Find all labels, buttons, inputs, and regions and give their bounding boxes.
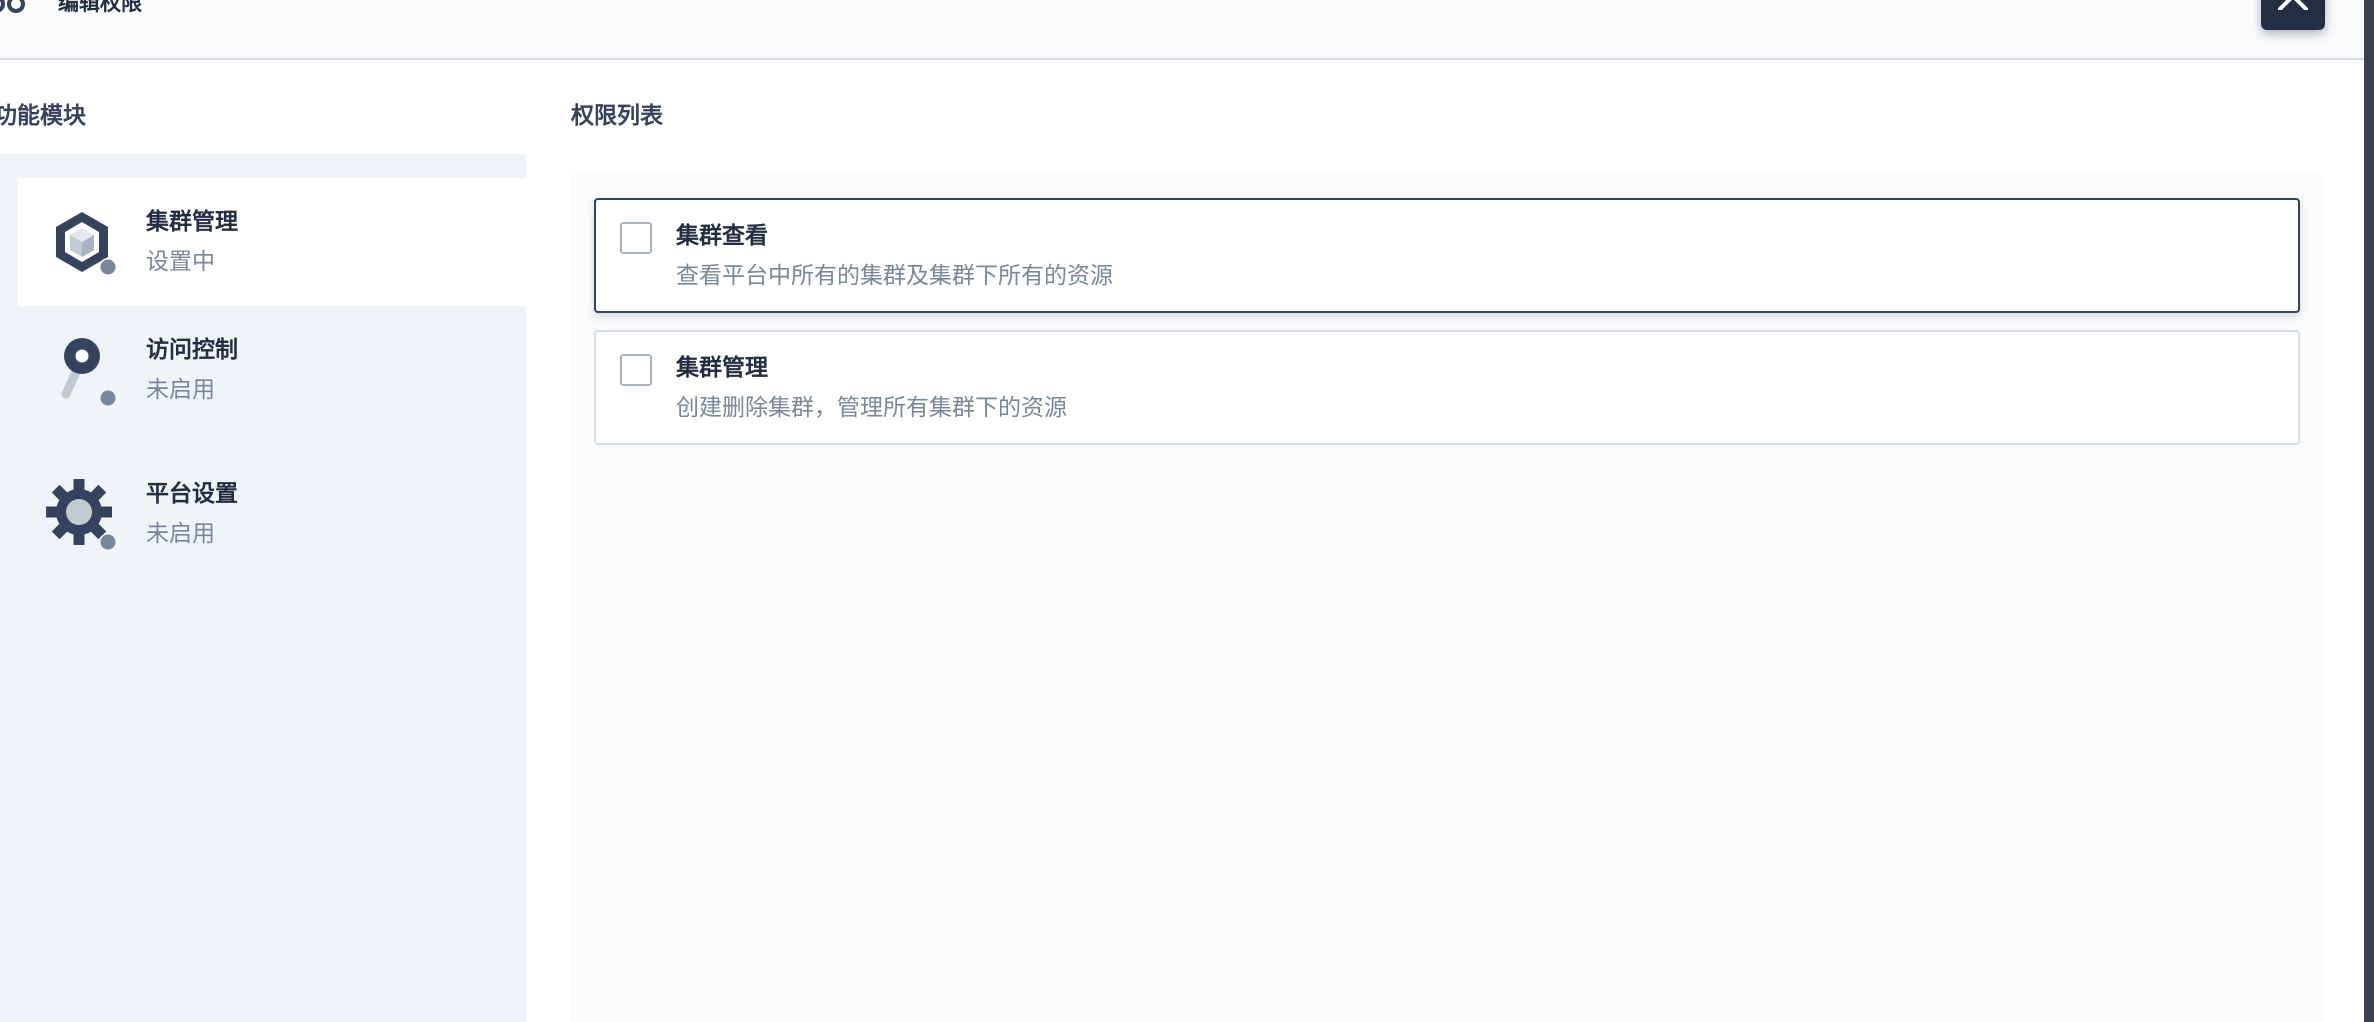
close-icon <box>2278 0 2308 10</box>
modal-header: 编辑权限 <box>0 0 2364 60</box>
permission-checkbox[interactable] <box>620 354 652 386</box>
module-name: 访问控制 <box>146 337 238 363</box>
roles-icon <box>0 0 25 13</box>
scrollbar[interactable] <box>2364 0 2374 1022</box>
permissions-section-title: 权限列表 <box>571 103 663 129</box>
permissions-panel: 集群查看 查看平台中所有的集群及集群下所有的资源 集群管理 创建删除集群，管理所… <box>570 174 2324 1022</box>
permission-name: 集群查看 <box>676 223 768 249</box>
module-status: 设置中 <box>146 249 215 275</box>
modules-panel: 集群管理 设置中 访问控制 未启用 平台设置 未启用 <box>0 154 526 1022</box>
gear-icon <box>46 479 117 550</box>
key-icon <box>61 338 117 406</box>
module-item-access-control[interactable]: 访问控制 未启用 <box>18 306 526 434</box>
cluster-icon <box>56 212 117 276</box>
module-name: 集群管理 <box>146 209 238 235</box>
permission-description: 查看平台中所有的集群及集群下所有的资源 <box>676 263 1113 289</box>
module-name: 平台设置 <box>146 481 238 507</box>
modules-section-title: 功能模块 <box>0 103 86 129</box>
permission-name: 集群管理 <box>676 355 768 381</box>
module-status: 未启用 <box>146 377 215 403</box>
permission-description: 创建删除集群，管理所有集群下的资源 <box>676 395 1067 421</box>
close-button[interactable] <box>2261 0 2325 30</box>
module-item-cluster-management[interactable]: 集群管理 设置中 <box>18 178 526 306</box>
permission-card-cluster-view[interactable]: 集群查看 查看平台中所有的集群及集群下所有的资源 <box>594 198 2300 313</box>
modal-title: 编辑权限 <box>58 0 142 15</box>
module-status: 未启用 <box>146 521 215 547</box>
module-item-platform-settings[interactable]: 平台设置 未启用 <box>18 450 526 578</box>
permission-card-cluster-management[interactable]: 集群管理 创建删除集群，管理所有集群下的资源 <box>594 330 2300 445</box>
permission-checkbox[interactable] <box>620 222 652 254</box>
